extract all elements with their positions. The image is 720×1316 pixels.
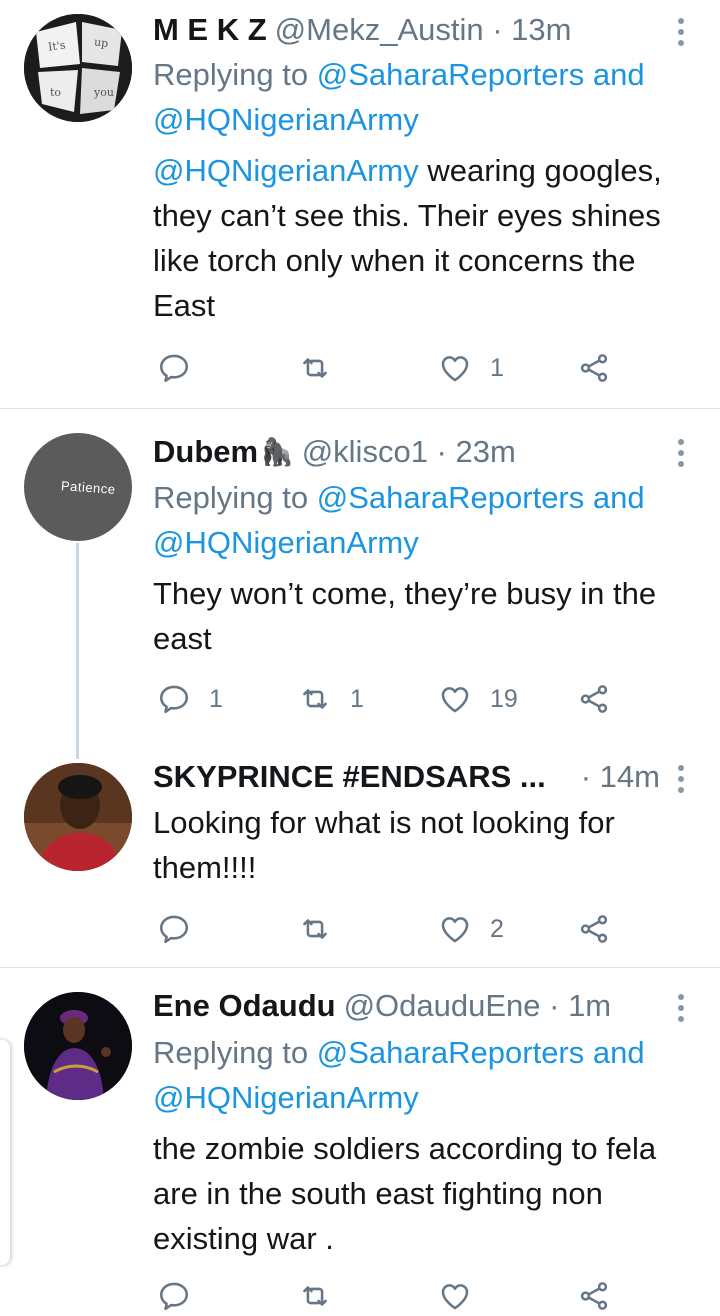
tweet-header: Ene Odaudu @OdauduEne · 1m (153, 984, 660, 1028)
tweet-content: Replying to @SaharaReporters and @HQNige… (153, 1030, 700, 1261)
replying-prefix: Replying to (153, 480, 317, 515)
avatar-text: Patience (60, 477, 116, 497)
reply-icon (157, 912, 191, 946)
tweet-content: Replying to @SaharaReporters and @HQNige… (153, 52, 700, 328)
reply-button[interactable] (157, 1276, 209, 1316)
reply-count: 1 (209, 684, 223, 713)
like-icon (438, 912, 472, 946)
display-name[interactable]: Dubem (153, 434, 258, 470)
tweet-header: SKYPRINCE #ENDSARS ... · 14m (153, 755, 660, 799)
avatar-word: up (93, 35, 109, 50)
thread-line (76, 543, 79, 759)
like-button[interactable]: 19 (438, 679, 518, 719)
avatar-word: you (93, 86, 114, 99)
avatar[interactable] (24, 763, 132, 871)
reply-icon (157, 351, 191, 385)
share-icon (577, 682, 611, 716)
share-button[interactable] (577, 679, 611, 719)
replying-prefix: Replying to (153, 57, 317, 92)
display-name[interactable]: M E K Z (153, 12, 267, 48)
reply-button[interactable] (157, 348, 209, 388)
replying-to: Replying to @SaharaReporters and @HQNige… (153, 475, 700, 565)
like-button[interactable]: 1 (438, 348, 504, 388)
like-icon (438, 351, 472, 385)
display-name[interactable]: SKYPRINCE #ENDSARS ... (153, 759, 546, 795)
retweet-button[interactable] (298, 348, 350, 388)
action-bar (153, 1276, 633, 1316)
share-button[interactable] (577, 909, 611, 949)
replying-prefix: Replying to (153, 1035, 317, 1070)
like-count: 19 (490, 684, 518, 713)
retweet-icon (298, 351, 332, 385)
tweet-dubem[interactable]: Patience Dubem 🦍 @klisco1 · 23m Replying… (0, 409, 720, 759)
avatar[interactable] (24, 992, 132, 1100)
share-button[interactable] (577, 348, 611, 388)
retweet-button[interactable]: 1 (298, 679, 364, 719)
action-bar: 1 (153, 348, 633, 388)
tweet-skyprince[interactable]: SKYPRINCE #ENDSARS ... · 14m Looking for… (0, 749, 720, 967)
avatar-word: to (50, 86, 61, 99)
tweet-ene-odaudu[interactable]: Ene Odaudu @OdauduEne · 1m Replying to @… (0, 968, 720, 1307)
like-icon (438, 682, 472, 716)
action-bar: 1 1 19 (153, 679, 633, 719)
action-bar: 2 (153, 909, 633, 949)
reply-icon (157, 1279, 191, 1313)
more-options-icon[interactable] (676, 18, 686, 46)
retweet-icon (298, 1279, 332, 1313)
avatar[interactable]: Patience (24, 433, 132, 541)
like-count: 2 (490, 914, 504, 943)
share-button[interactable] (577, 1276, 611, 1316)
like-icon (438, 1279, 472, 1313)
retweet-icon (298, 912, 332, 946)
share-icon (577, 351, 611, 385)
tweet-content: Replying to @SaharaReporters and @HQNige… (153, 475, 700, 661)
retweet-button[interactable] (298, 1276, 350, 1316)
replying-to: Replying to @SaharaReporters and @HQNige… (153, 1030, 700, 1120)
retweet-count: 1 (350, 684, 364, 713)
more-options-icon[interactable] (676, 439, 686, 467)
tweet-body: the zombie soldiers according to fela ar… (153, 1131, 657, 1256)
tweet-header: M E K Z @Mekz_Austin · 13m (153, 8, 660, 52)
fortune-teller-avatar-image: It's up to you (24, 14, 132, 122)
share-icon (577, 912, 611, 946)
handle-and-time[interactable]: · 14m (581, 759, 660, 795)
handle-and-time[interactable]: @Mekz_Austin · 13m (275, 12, 572, 48)
like-button[interactable]: 2 (438, 909, 504, 949)
gorilla-emoji: 🦍 (260, 437, 294, 467)
tweet-content: Looking for what is not looking for them… (153, 800, 700, 890)
more-options-icon[interactable] (676, 994, 686, 1022)
tweet-mekz[interactable]: It's up to you M E K Z @Mekz_Austin · 13… (0, 0, 720, 408)
retweet-icon (298, 682, 332, 716)
profile-photo-image (24, 992, 132, 1100)
floating-panel-edge (0, 1040, 10, 1265)
tweet-header: Dubem 🦍 @klisco1 · 23m (153, 430, 660, 474)
like-button[interactable] (438, 1276, 490, 1316)
avatar[interactable]: It's up to you (24, 14, 132, 122)
reply-button[interactable] (157, 909, 209, 949)
avatar-word: It's (47, 38, 66, 53)
retweet-button[interactable] (298, 909, 350, 949)
display-name[interactable]: Ene Odaudu (153, 988, 336, 1024)
tweet-body: They won’t come, they’re busy in the eas… (153, 576, 657, 656)
tweet-body: Looking for what is not looking for them… (153, 805, 615, 885)
replying-to: Replying to @SaharaReporters and @HQNige… (153, 52, 700, 142)
handle-and-time[interactable]: @klisco1 · 23m (302, 434, 516, 470)
profile-photo-image (24, 763, 132, 871)
like-count: 1 (490, 353, 504, 382)
tweet-text: @HQNigerianArmy wearing googles, they ca… (153, 148, 700, 328)
handle-and-time[interactable]: @OdauduEne · 1m (344, 988, 612, 1024)
share-icon (577, 1279, 611, 1313)
mention-link[interactable]: @HQNigerianArmy (153, 153, 419, 188)
reply-icon (157, 682, 191, 716)
reply-button[interactable]: 1 (157, 679, 223, 719)
more-options-icon[interactable] (676, 765, 686, 793)
